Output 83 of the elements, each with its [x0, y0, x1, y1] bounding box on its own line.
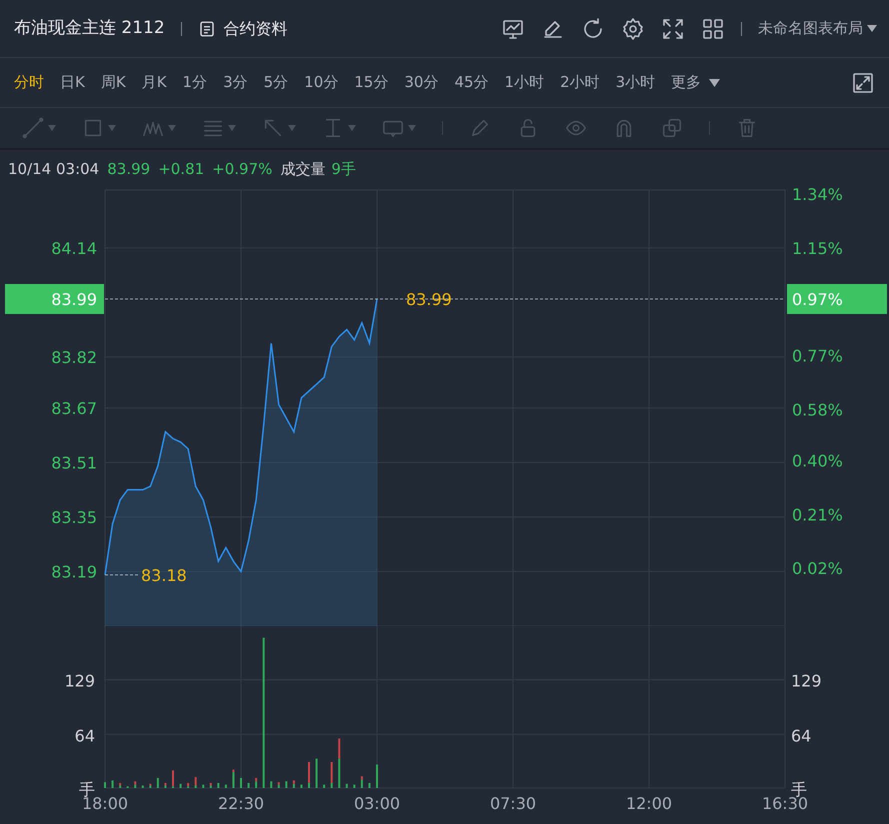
timeframe-tab[interactable]: 30分 [404, 71, 438, 94]
volume-bar [180, 784, 182, 788]
document-icon [198, 20, 216, 38]
volume-bar [353, 784, 356, 788]
volume-bar [224, 784, 227, 788]
timeframe-tab[interactable]: 日K [60, 71, 85, 94]
time-axis-label: 12:00 [626, 794, 672, 813]
price-axis-label: 83.35 [51, 508, 97, 527]
percent-axis-label: 0.21% [792, 505, 843, 524]
volume-axis-label: 手 [791, 780, 807, 799]
last-price-axis-tag: 83.99 [5, 284, 104, 314]
refresh-icon[interactable] [581, 16, 605, 40]
caret-icon[interactable] [228, 125, 236, 131]
expand-icon[interactable] [851, 70, 875, 94]
percent-axis-label: 0.02% [792, 559, 843, 578]
timeframe-tab[interactable]: 3小时 [616, 71, 656, 94]
volume-bar [217, 782, 220, 788]
caret-icon[interactable] [408, 125, 416, 131]
caret-icon[interactable] [348, 125, 356, 131]
last-price: 83.99 [107, 158, 150, 180]
low-price-label: 83.18 [141, 566, 187, 585]
timeframe-tab[interactable]: 周K [100, 71, 126, 94]
timeframe-tab[interactable]: 分时 [14, 71, 44, 94]
volume-bar [285, 781, 288, 788]
timeframe-tab[interactable]: 45分 [454, 71, 489, 94]
timeframe-tab[interactable]: 1分 [182, 71, 208, 94]
price-axis-label: 83.19 [51, 562, 97, 582]
instrument-title: 布油现金主连 2112 [14, 16, 165, 40]
price-axis-label: 84.14 [51, 238, 97, 258]
change-percent: +0.97% [212, 158, 272, 180]
low-price-line [104, 574, 138, 576]
volume-label: 成交量 [280, 158, 326, 180]
last-percent-axis-tag: 0.97% [787, 284, 887, 314]
volume-axis-label: 64 [74, 726, 95, 746]
grid-icon[interactable] [701, 16, 725, 40]
timeframe-tab[interactable]: 月K [142, 71, 167, 94]
volume-bar [142, 785, 144, 788]
quote-time: 10/14 03:04 [8, 158, 100, 180]
volume-value: 9手 [331, 158, 356, 180]
contract-info-link[interactable]: 合约资料 [198, 16, 288, 40]
volume-bar [346, 784, 348, 788]
volume-bar [202, 784, 204, 788]
volume-axis-label: 64 [791, 726, 812, 746]
volume-bar [316, 758, 318, 788]
price-change: +0.81 [158, 158, 204, 180]
timeframe-tab[interactable]: 15分 [354, 71, 388, 94]
volume-axis-label: 129 [64, 672, 95, 691]
percent-axis-label: 0.77% [792, 346, 843, 366]
percent-axis-label: 0.58% [792, 400, 843, 420]
percent-axis-label: 1.15% [792, 239, 843, 258]
timeframe-tab[interactable]: 3分 [223, 71, 248, 94]
volume-axis-label: 129 [791, 672, 822, 691]
timeframe-tab[interactable]: 5分 [264, 71, 288, 94]
volume-bar [156, 778, 159, 788]
caret-icon [867, 25, 877, 32]
timeframe-tab[interactable]: 2小时 [560, 71, 600, 94]
time-axis-label: 22:30 [218, 794, 264, 813]
volume-bar [300, 784, 302, 788]
volume-axis-label: 手 [79, 780, 95, 799]
fullscreen-icon[interactable] [661, 16, 685, 40]
timeframe-tab[interactable]: 10分 [304, 71, 338, 94]
time-axis-label: 03:00 [354, 794, 400, 813]
settings-icon[interactable] [621, 16, 645, 40]
time-axis-label: 07:30 [490, 794, 536, 813]
price-axis-label: 83.82 [51, 348, 97, 367]
caret-icon[interactable] [108, 125, 116, 131]
volume-bar [248, 782, 250, 788]
last-price-label: 83.99 [406, 290, 452, 309]
volume-bar [323, 784, 326, 788]
price-axis-label: 83.67 [51, 399, 97, 418]
timeframe-tab[interactable]: 1小时 [504, 71, 544, 94]
layout-dropdown[interactable]: 未命名图表布局 [758, 17, 877, 40]
volume-bar [270, 781, 272, 788]
more-dropdown[interactable]: 更多 [671, 71, 720, 94]
percent-axis-label: 0.40% [792, 452, 843, 470]
price-axis-label: 83.51 [51, 454, 97, 472]
caret-icon[interactable] [288, 125, 296, 131]
caret-icon[interactable] [168, 125, 176, 131]
percent-axis-label: 1.34% [792, 188, 843, 204]
caret-icon[interactable] [48, 125, 56, 131]
caret-icon [709, 78, 720, 86]
volume-bar [112, 780, 114, 788]
volume-bar [368, 782, 370, 788]
